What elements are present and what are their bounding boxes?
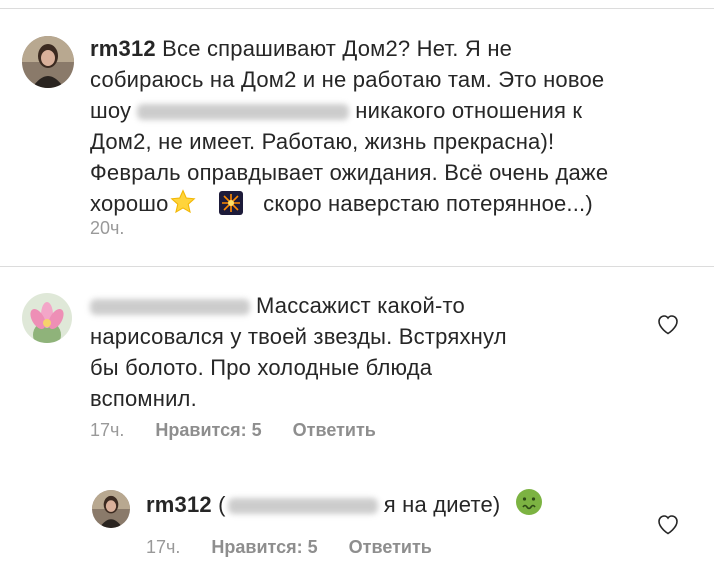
comment-text-line: хорошо — [90, 191, 169, 216]
user-photo-icon — [22, 36, 74, 88]
username[interactable]: rm312 — [90, 36, 156, 61]
likes-count[interactable]: Нравится: 5 — [155, 420, 261, 440]
timestamp: 17ч. — [90, 420, 125, 440]
comment-text-line: Все спрашивают Дом2? Нет. Я не — [162, 36, 513, 61]
comment-text-line: я на диете) — [383, 492, 501, 517]
comment-text-line: нарисовался у твоей звезды. Встряхнул — [90, 324, 507, 349]
comment-text-line: вспомнил. — [90, 386, 197, 411]
likes-count[interactable]: Нравится: 5 — [211, 537, 317, 557]
comment-meta: 20ч. — [90, 218, 150, 239]
comment-text-line: ( — [218, 492, 226, 517]
nauseated-face-emoji — [515, 488, 543, 524]
comment-text-line: собираюсь на Дом2 и не работаю там. Это … — [90, 67, 605, 92]
user-photo-icon — [92, 490, 130, 528]
comment-text-line: Февраль оправдывает ожидания. Всё очень … — [90, 160, 609, 185]
comment-text-line: Массажист какой-то — [256, 293, 465, 318]
comment-text-line: Дом2, не имеет. Работаю, жизнь прекрасна… — [90, 129, 555, 154]
avatar[interactable] — [92, 490, 130, 528]
timestamp: 17ч. — [146, 537, 181, 557]
comment-text-line: никакого отношения к — [355, 98, 583, 123]
comment-meta: 17ч. Нравится: 5 Ответить — [90, 420, 402, 441]
comment-text: Массажист какой-то нарисовался у твоей з… — [90, 290, 610, 414]
top-divider — [0, 8, 714, 9]
comment-text: rm312 Все спрашивают Дом2? Нет. Я не соб… — [90, 33, 690, 223]
comment-text: rm312 ( я на диете) — [146, 488, 626, 524]
reply-button[interactable]: Ответить — [293, 420, 376, 440]
heart-icon[interactable] — [656, 313, 680, 335]
comment-divider — [0, 266, 714, 267]
blurred-username — [90, 299, 250, 316]
star-emoji — [169, 189, 197, 223]
timestamp: 20ч. — [90, 218, 125, 238]
heart-icon[interactable] — [656, 513, 680, 535]
blurred-text — [137, 104, 350, 121]
comment-text-line: скоро наверстаю потерянное...) — [263, 191, 593, 216]
comment-text-line: бы болото. Про холодные блюда — [90, 355, 433, 380]
username[interactable]: rm312 — [146, 492, 212, 517]
comment-text-line: шоу — [90, 98, 132, 123]
fireworks-emoji — [218, 191, 243, 223]
comment-meta: 17ч. Нравится: 5 Ответить — [146, 537, 458, 558]
reply-button[interactable]: Ответить — [349, 537, 432, 557]
avatar[interactable] — [22, 293, 72, 343]
lotus-flower-icon — [22, 293, 72, 343]
avatar[interactable] — [22, 36, 74, 88]
blurred-mention — [227, 498, 378, 515]
